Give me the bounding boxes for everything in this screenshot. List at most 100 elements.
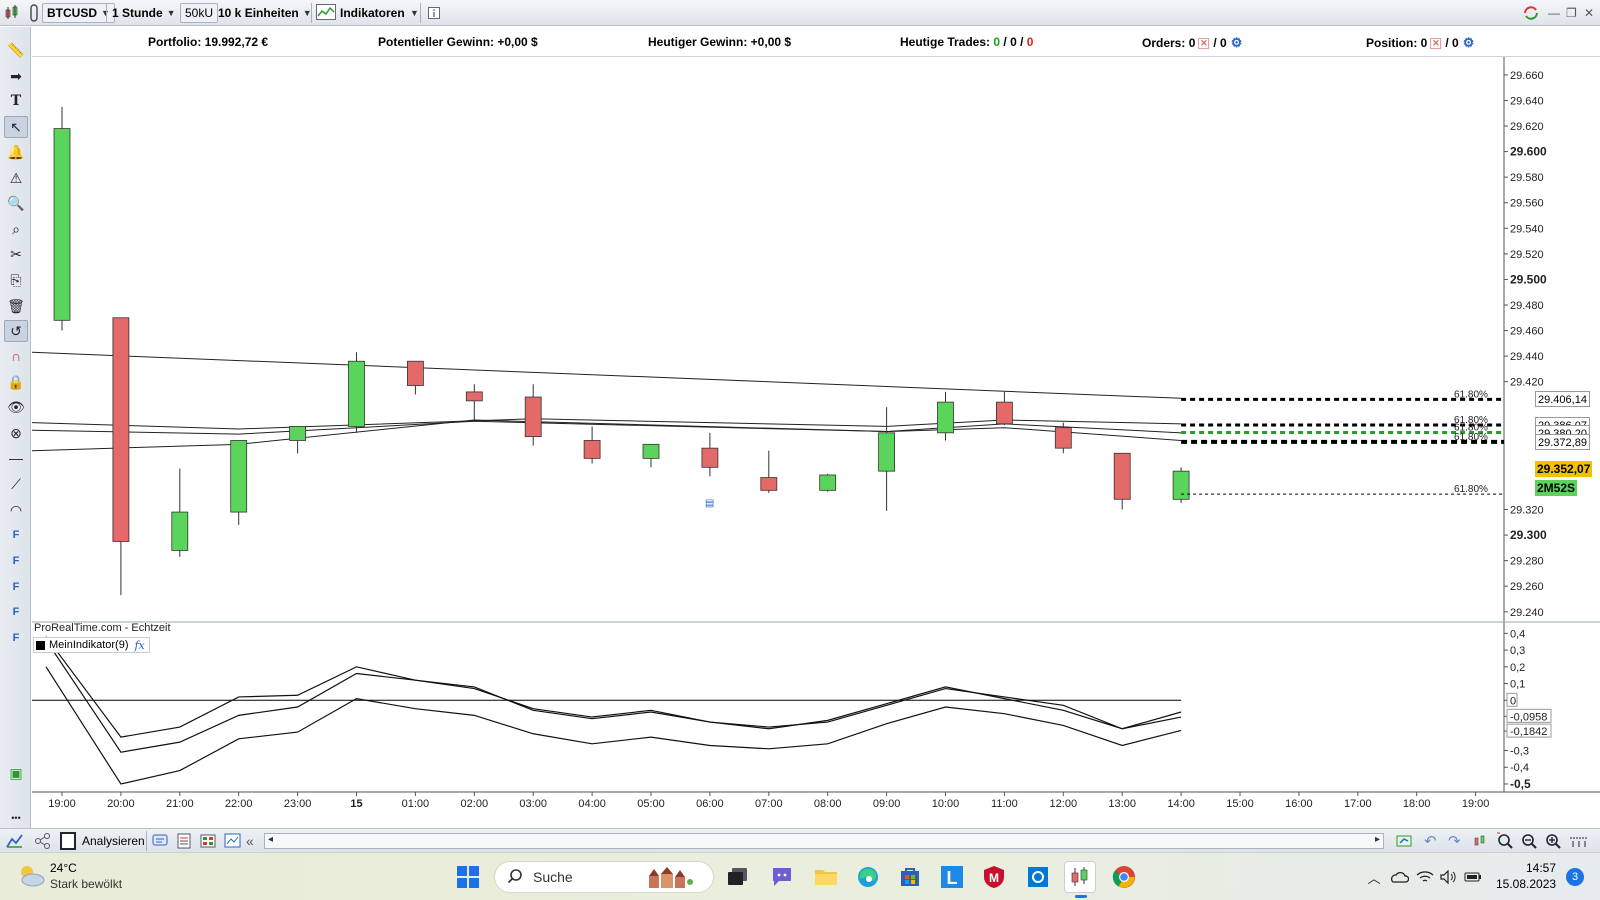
horizontal-line-icon[interactable]: — <box>4 447 28 469</box>
list-icon[interactable] <box>176 831 192 851</box>
zoom-icon[interactable]: 🔍 <box>4 192 28 214</box>
units-label: 10 k Einheiten <box>218 6 299 20</box>
mcafee-icon[interactable]: M <box>978 861 1010 893</box>
chart-settings-icon[interactable] <box>1472 831 1490 851</box>
l-app-icon[interactable]: L <box>936 861 968 893</box>
chart-scrollbar[interactable]: ◂ ▸ <box>264 833 1384 849</box>
copy-icon[interactable]: ⎘ <box>4 269 28 291</box>
gear-icon[interactable]: ⚙ <box>1463 35 1475 50</box>
analyze-icon <box>60 832 76 850</box>
screener-icon[interactable] <box>200 831 216 851</box>
trendline-icon[interactable]: ⟋ <box>4 473 28 495</box>
fib-f-icon[interactable]: F <box>4 550 28 572</box>
chevron-down-icon: ▼ <box>410 8 419 18</box>
fib-f-icon[interactable]: F <box>4 627 28 649</box>
zoom-in-icon[interactable] <box>1544 831 1562 851</box>
cursor-icon[interactable]: ↖ <box>4 116 28 138</box>
spacing-icon[interactable] <box>1568 831 1590 851</box>
edge-browser-icon[interactable] <box>852 861 884 893</box>
chart-area[interactable]: 29.660 29.640 29.620 29.600 29.580 29.560 29.5… <box>32 57 1600 827</box>
units-short-button[interactable]: 50kU <box>180 3 219 23</box>
onedrive-icon[interactable] <box>1388 861 1410 893</box>
notification-badge[interactable]: 3 <box>1566 868 1584 886</box>
store-icon[interactable] <box>894 861 926 893</box>
battery-icon[interactable] <box>1462 861 1484 893</box>
symbol-label: BTCUSD <box>47 6 97 20</box>
trash-icon[interactable]: 🗑 <box>4 295 28 317</box>
fib-f-icon[interactable]: F <box>4 601 28 623</box>
indicator-title-box[interactable]: MeinIndikator(9) fx <box>33 637 150 653</box>
indicators-dropdown[interactable]: ▼ <box>406 3 419 23</box>
analyze-button[interactable]: Analysieren <box>60 831 145 851</box>
share-icon[interactable] <box>34 831 52 851</box>
trades-sep: / <box>1000 35 1011 49</box>
restore-icon[interactable]: ❐ <box>1566 3 1577 23</box>
prorealtime-taskbar-icon[interactable] <box>1064 861 1096 898</box>
chevron-up-icon[interactable]: ︿ <box>1364 861 1384 893</box>
timeframe-selector[interactable]: 1 Stunde ▼ <box>112 3 176 23</box>
indicators-button[interactable]: Indikatoren <box>316 3 405 23</box>
alert-bell-icon[interactable]: 🔔 <box>4 141 28 163</box>
ruler-icon[interactable]: 📏 <box>4 39 28 61</box>
delete-objects-icon[interactable]: ⊗ <box>4 422 28 444</box>
trades-neutral: 0 <box>1010 35 1017 49</box>
arc-icon[interactable]: ◠ <box>4 499 28 521</box>
text-icon[interactable]: T <box>4 90 28 112</box>
candle-body <box>524 396 542 438</box>
chrome-icon[interactable] <box>1108 861 1140 893</box>
file-explorer-icon[interactable] <box>810 861 842 893</box>
lock-icon[interactable]: 🔒 <box>4 371 28 393</box>
tools-icon[interactable]: ✂ <box>4 243 28 265</box>
scroll-right-icon[interactable]: ▸ <box>1375 834 1380 845</box>
x-tick-label: 21:00 <box>166 798 194 810</box>
close-icon[interactable]: ✕ <box>1584 3 1594 23</box>
position-info: Position: 0 ✕/ 0 ⚙ <box>1366 35 1474 51</box>
eye-icon[interactable]: 👁 <box>4 396 28 418</box>
cancel-orders-icon[interactable]: ✕ <box>1198 38 1210 50</box>
minimize-icon[interactable]: — <box>1548 3 1560 23</box>
bar-countdown-tag: 2M52S <box>1535 479 1578 496</box>
undo-draw-icon[interactable]: ↺ <box>4 320 28 342</box>
indicator-y-tick-label: -0,3 <box>1510 746 1529 758</box>
taskbar-search[interactable]: Suche <box>494 861 714 893</box>
scroll-left-icon[interactable]: ◂ <box>268 834 273 845</box>
windows-start-icon[interactable] <box>452 861 484 893</box>
alert-icon[interactable]: ⚠ <box>4 167 28 189</box>
link-icon[interactable] <box>28 3 40 23</box>
weather-temp: 24°C <box>50 861 77 875</box>
units-selector[interactable]: 10 k Einheiten ▼ <box>218 3 312 23</box>
fib-f-icon[interactable]: F <box>4 576 28 598</box>
formula-icon[interactable]: fx <box>134 639 144 652</box>
indicator-y-tick-label: 0 <box>1510 695 1516 707</box>
wifi-icon[interactable] <box>1414 861 1436 893</box>
auto-scroll-icon[interactable] <box>1396 831 1414 851</box>
x-tick-label: 19:00 <box>1462 798 1490 810</box>
more-tools-icon[interactable]: ••• <box>4 807 28 829</box>
teams-chat-icon[interactable] <box>766 861 798 893</box>
gear-icon[interactable]: ⚙ <box>1231 35 1243 50</box>
task-view-icon[interactable] <box>722 861 754 893</box>
candle-body <box>1113 452 1131 500</box>
info-icon[interactable] <box>428 3 440 23</box>
candle-body <box>53 128 71 321</box>
close-position-icon[interactable]: ✕ <box>1430 38 1442 50</box>
comment-icon[interactable] <box>152 831 168 851</box>
symbol-selector[interactable]: BTCUSD▼ <box>42 3 115 23</box>
chart-window-icon[interactable] <box>224 831 242 851</box>
redo-icon[interactable]: ↷ <box>1448 831 1461 851</box>
draw-icon[interactable] <box>6 831 24 851</box>
fib-f-icon[interactable]: F <box>4 524 28 546</box>
scroll-back-button[interactable]: « <box>246 831 254 851</box>
undo-icon[interactable]: ↶ <box>1424 831 1437 851</box>
chart-type-icon[interactable] <box>4 3 22 23</box>
arrow-icon[interactable]: ➡ <box>4 65 28 87</box>
account-icon[interactable]: ▣ <box>4 762 28 784</box>
magnet-icon[interactable]: ∩ <box>4 345 28 367</box>
refresh-icon[interactable] <box>1522 3 1540 23</box>
zoom-fit-icon[interactable] <box>1496 831 1514 851</box>
blue-app-icon[interactable] <box>1022 861 1054 893</box>
speaker-icon[interactable] <box>1438 861 1460 893</box>
clock[interactable]: 14:57 15.08.2023 <box>1496 861 1556 891</box>
zoom-area-icon[interactable]: ⌕ <box>4 218 28 240</box>
zoom-out-icon[interactable] <box>1520 831 1538 851</box>
